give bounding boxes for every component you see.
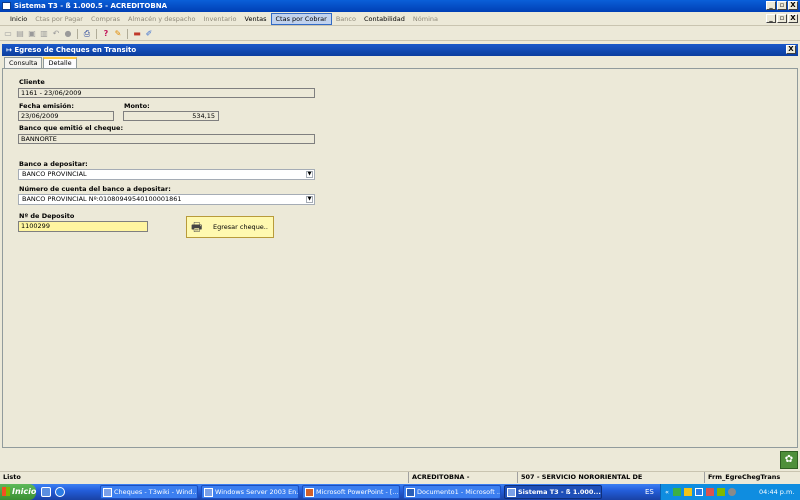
powerpoint-icon <box>305 488 314 497</box>
deposito-input[interactable]: 1100299 <box>18 221 148 232</box>
chevron-down-icon[interactable]: ▼ <box>306 171 313 178</box>
chevron-down-icon[interactable]: ▼ <box>306 196 313 203</box>
cliente-label: Cliente <box>19 78 45 86</box>
fecha-emision-field: 23/06/2009 <box>18 111 114 121</box>
word-icon <box>406 488 415 497</box>
cuenta-value: BANCO PROVINCIAL Nº:01080949540100001861 <box>22 195 182 203</box>
mdi-restore-button[interactable]: ▫ <box>777 14 787 23</box>
menu-ctas-por-cobrar[interactable]: Ctas por Cobrar <box>270 12 332 25</box>
cliente-field: 1161 - 23/06/2009 <box>18 88 315 98</box>
help-icon[interactable]: ? <box>101 29 111 39</box>
language-indicator[interactable]: ES <box>645 484 654 500</box>
cuenta-select[interactable]: BANCO PROVINCIAL Nº:01080949540100001861… <box>18 194 315 205</box>
monto-field: 534,15 <box>123 111 219 121</box>
toolbar: ▭ ▤ ▣ ▥ ↶ ● ⎙ ? ✎ ▬ ✐ <box>0 27 800 41</box>
undo-icon[interactable]: ↶ <box>51 29 61 39</box>
cuenta-label: Número de cuenta del banco a depositar: <box>19 185 171 193</box>
stop-icon[interactable]: ● <box>63 29 73 39</box>
tray-alert-icon[interactable] <box>706 488 714 496</box>
egresar-cheque-label: Egresar cheque.. <box>213 223 268 231</box>
gear-icon[interactable]: ✿ <box>780 451 798 469</box>
restore-button[interactable]: ▫ <box>777 1 787 10</box>
printer-icon: 🖶 <box>191 220 203 234</box>
menu-bar: Inicio Ctas por Pagar Compras Almacén y … <box>0 12 800 26</box>
status-form: Frm_EgreChegTrans <box>704 472 800 483</box>
taskbar-item-label: Windows Server 2003 En... <box>215 488 299 496</box>
banco-depositar-label: Banco a depositar: <box>19 160 88 168</box>
banco-depositar-select[interactable]: BANCO PROVINCIAL ▼ <box>18 169 315 180</box>
toolbar-separator <box>96 28 97 39</box>
window-icon <box>103 488 112 497</box>
child-window-title: Egreso de Cheques en Transito <box>14 46 137 54</box>
tray-security-icon[interactable] <box>684 488 692 496</box>
menu-inicio[interactable]: Inicio <box>6 13 31 25</box>
app-icon <box>2 2 11 10</box>
taskbar-item-windows-server[interactable]: Windows Server 2003 En... <box>201 485 299 499</box>
menu-inventario[interactable]: Inventario <box>200 13 241 25</box>
status-text: Listo <box>3 473 21 481</box>
delete-icon[interactable]: ▥ <box>39 29 49 39</box>
tray-monitor-icon[interactable] <box>695 488 703 496</box>
tools-icon[interactable]: ✐ <box>144 29 154 39</box>
taskbar: Inicio Cheques - T3wiki - Wind... Window… <box>0 484 800 500</box>
taskbar-item-label: Documento1 - Microsoft ... <box>417 488 501 496</box>
close-button[interactable]: X <box>788 1 798 10</box>
menu-contabilidad[interactable]: Contabilidad <box>360 13 409 25</box>
internet-explorer-icon[interactable] <box>55 487 65 497</box>
banco-depositar-value: BANCO PROVINCIAL <box>22 170 87 178</box>
child-close-button[interactable]: X <box>786 45 796 54</box>
taskbar-item-cheques[interactable]: Cheques - T3wiki - Wind... <box>100 485 198 499</box>
windows-logo-icon <box>2 487 10 496</box>
banco-emitio-field: BANNORTE <box>18 134 315 144</box>
window-title: Sistema T3 - ß 1.000.5 - ACREDITOBNA <box>14 2 167 10</box>
taskbar-item-label: Sistema T3 - ß 1.000.... <box>518 488 602 496</box>
app-icon <box>507 488 516 497</box>
tray-network-icon[interactable] <box>673 488 681 496</box>
window-titlebar: Sistema T3 - ß 1.000.5 - ACREDITOBNA _ ▫… <box>0 0 800 12</box>
banco-emitio-label: Banco que emitió el cheque: <box>19 124 124 132</box>
new-icon[interactable]: ▭ <box>3 29 13 39</box>
menu-ctas-por-pagar[interactable]: Ctas por Pagar <box>31 13 87 25</box>
menu-compras[interactable]: Compras <box>87 13 124 25</box>
taskbar-item-sistema-t3[interactable]: Sistema T3 - ß 1.000.... <box>504 485 602 499</box>
taskbar-item-powerpoint[interactable]: Microsoft PowerPoint - [... <box>302 485 400 499</box>
child-window-titlebar: ↦ Egreso de Cheques en Transito X <box>2 44 798 56</box>
tab-consulta[interactable]: Consulta <box>4 57 43 68</box>
menu-almacen[interactable]: Almacén y despacho <box>124 13 200 25</box>
taskbar-item-word[interactable]: Documento1 - Microsoft ... <box>403 485 501 499</box>
toolbar-separator <box>77 28 78 39</box>
deposito-label: Nº de Deposito <box>19 212 75 220</box>
tray-app-icon[interactable] <box>717 488 725 496</box>
clock[interactable]: 04:44 p.m. <box>759 484 794 500</box>
window-icon <box>204 488 213 497</box>
tray-volume-icon[interactable] <box>728 488 736 496</box>
open-icon[interactable]: ▤ <box>15 29 25 39</box>
system-tray: « 04:44 p.m. <box>660 484 800 500</box>
status-user: ACREDITOBNA - ZULMI,MUÑOZ <box>408 472 514 492</box>
toolbar-separator <box>127 28 128 39</box>
minimize-button[interactable]: _ <box>766 1 776 10</box>
tab-strip: Consulta Detalle <box>4 57 78 69</box>
monto-label: Monto: <box>124 102 150 110</box>
show-desktop-icon[interactable] <box>41 487 51 497</box>
edit-icon[interactable]: ✎ <box>113 29 123 39</box>
taskbar-item-label: Microsoft PowerPoint - [... <box>316 488 399 496</box>
status-bar: Listo ACREDITOBNA - ZULMI,MUÑOZ 507 - SE… <box>0 471 800 492</box>
save-icon[interactable]: ▣ <box>27 29 37 39</box>
mdi-close-button[interactable]: X <box>788 14 798 23</box>
menu-nomina[interactable]: Nómina <box>409 13 442 25</box>
menu-banco[interactable]: Banco <box>332 13 360 25</box>
taskbar-item-label: Cheques - T3wiki - Wind... <box>114 488 198 496</box>
print-icon[interactable]: ⎙ <box>82 29 92 39</box>
start-label: Inicio <box>12 487 37 496</box>
egresar-cheque-button[interactable]: 🖶 Egresar cheque.. <box>186 216 274 238</box>
menu-ventas[interactable]: Ventas <box>241 13 271 25</box>
mdi-minimize-button[interactable]: _ <box>766 14 776 23</box>
fecha-emision-label: Fecha emisión: <box>19 102 74 110</box>
start-button[interactable]: Inicio <box>0 484 36 500</box>
status-company: 507 - SERVICIO NORORIENTAL DE DISTRIBUCI… <box>517 472 701 492</box>
remove-icon[interactable]: ▬ <box>132 29 142 39</box>
tray-expand-icon[interactable]: « <box>665 484 669 500</box>
